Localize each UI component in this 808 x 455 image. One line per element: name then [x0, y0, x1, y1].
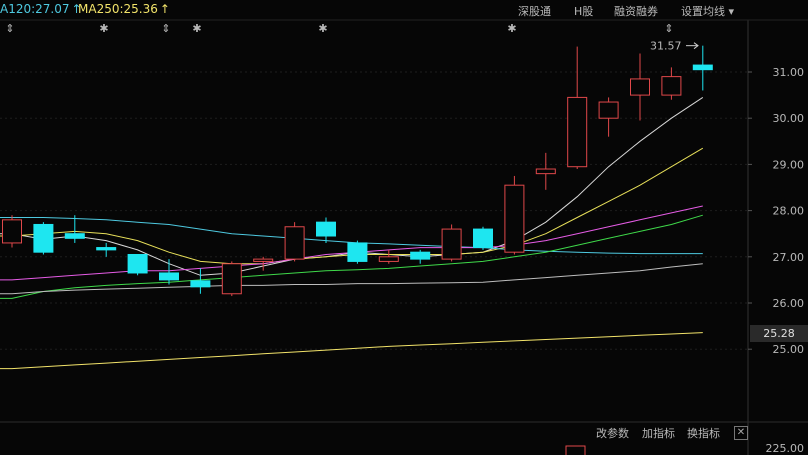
- candlestick-chart[interactable]: 31.00 30.00 29.00 28.00 27.00 26.00 25.00 ⇕ ✱ ⇕ ✱ ✱…: [0, 0, 808, 455]
- candle-body: [473, 228, 493, 249]
- y-tick-label: 28.00: [773, 205, 805, 218]
- candle-body: [347, 242, 368, 262]
- candle-body: [535, 168, 556, 175]
- candle-body: [221, 263, 242, 295]
- event-marker-icon: ✱: [192, 22, 201, 35]
- y-tick-label: 30.00: [773, 112, 805, 125]
- y-tick-label: 29.00: [773, 158, 805, 171]
- y-tick-label: 27.00: [773, 251, 805, 264]
- y-tick-label: 25.00: [773, 343, 805, 356]
- candle-body: [159, 272, 179, 281]
- candle-body: [378, 256, 399, 262]
- candle-body: [441, 228, 462, 260]
- candle-body: [253, 258, 274, 262]
- add-indicator-button[interactable]: 加指标: [642, 425, 675, 441]
- candle-body: [630, 78, 650, 96]
- candle-body: [316, 221, 336, 237]
- event-marker-icon: ✱: [507, 22, 516, 35]
- candle-body: [598, 101, 619, 119]
- ma-line-grey: [0, 263, 703, 295]
- volume-bar: [565, 445, 586, 455]
- ma-line-ma250: [0, 332, 703, 370]
- modify-params-button[interactable]: 改参数: [596, 425, 629, 441]
- close-icon[interactable]: ✕: [734, 426, 748, 440]
- y-tick-label: 26.00: [773, 297, 805, 310]
- candle-body: [190, 280, 211, 288]
- switch-indicator-button[interactable]: 换指标: [687, 425, 720, 441]
- current-price-tag: 25.28: [750, 325, 808, 342]
- candle-body: [567, 96, 588, 168]
- high-price-label: 31.57: [650, 40, 682, 53]
- candle-body: [2, 219, 22, 244]
- candle-body: [692, 64, 713, 71]
- candle-body: [96, 247, 117, 251]
- volume-axis-label: 225.00: [766, 442, 805, 455]
- event-marker-icon: ⇕: [161, 22, 170, 35]
- candle-body: [284, 226, 305, 260]
- candle-body: [504, 184, 525, 253]
- candle-body: [33, 223, 54, 253]
- candle-body: [410, 251, 431, 260]
- event-marker-icon: ⇕: [5, 22, 14, 35]
- event-marker-icon: ✱: [318, 22, 327, 35]
- event-marker-icon: ✱: [99, 22, 108, 35]
- candle-body: [127, 253, 148, 274]
- candle-body: [64, 233, 85, 239]
- candle-body: [661, 76, 682, 96]
- y-tick-label: 31.00: [773, 66, 805, 79]
- event-marker-icon: ⇕: [664, 22, 673, 35]
